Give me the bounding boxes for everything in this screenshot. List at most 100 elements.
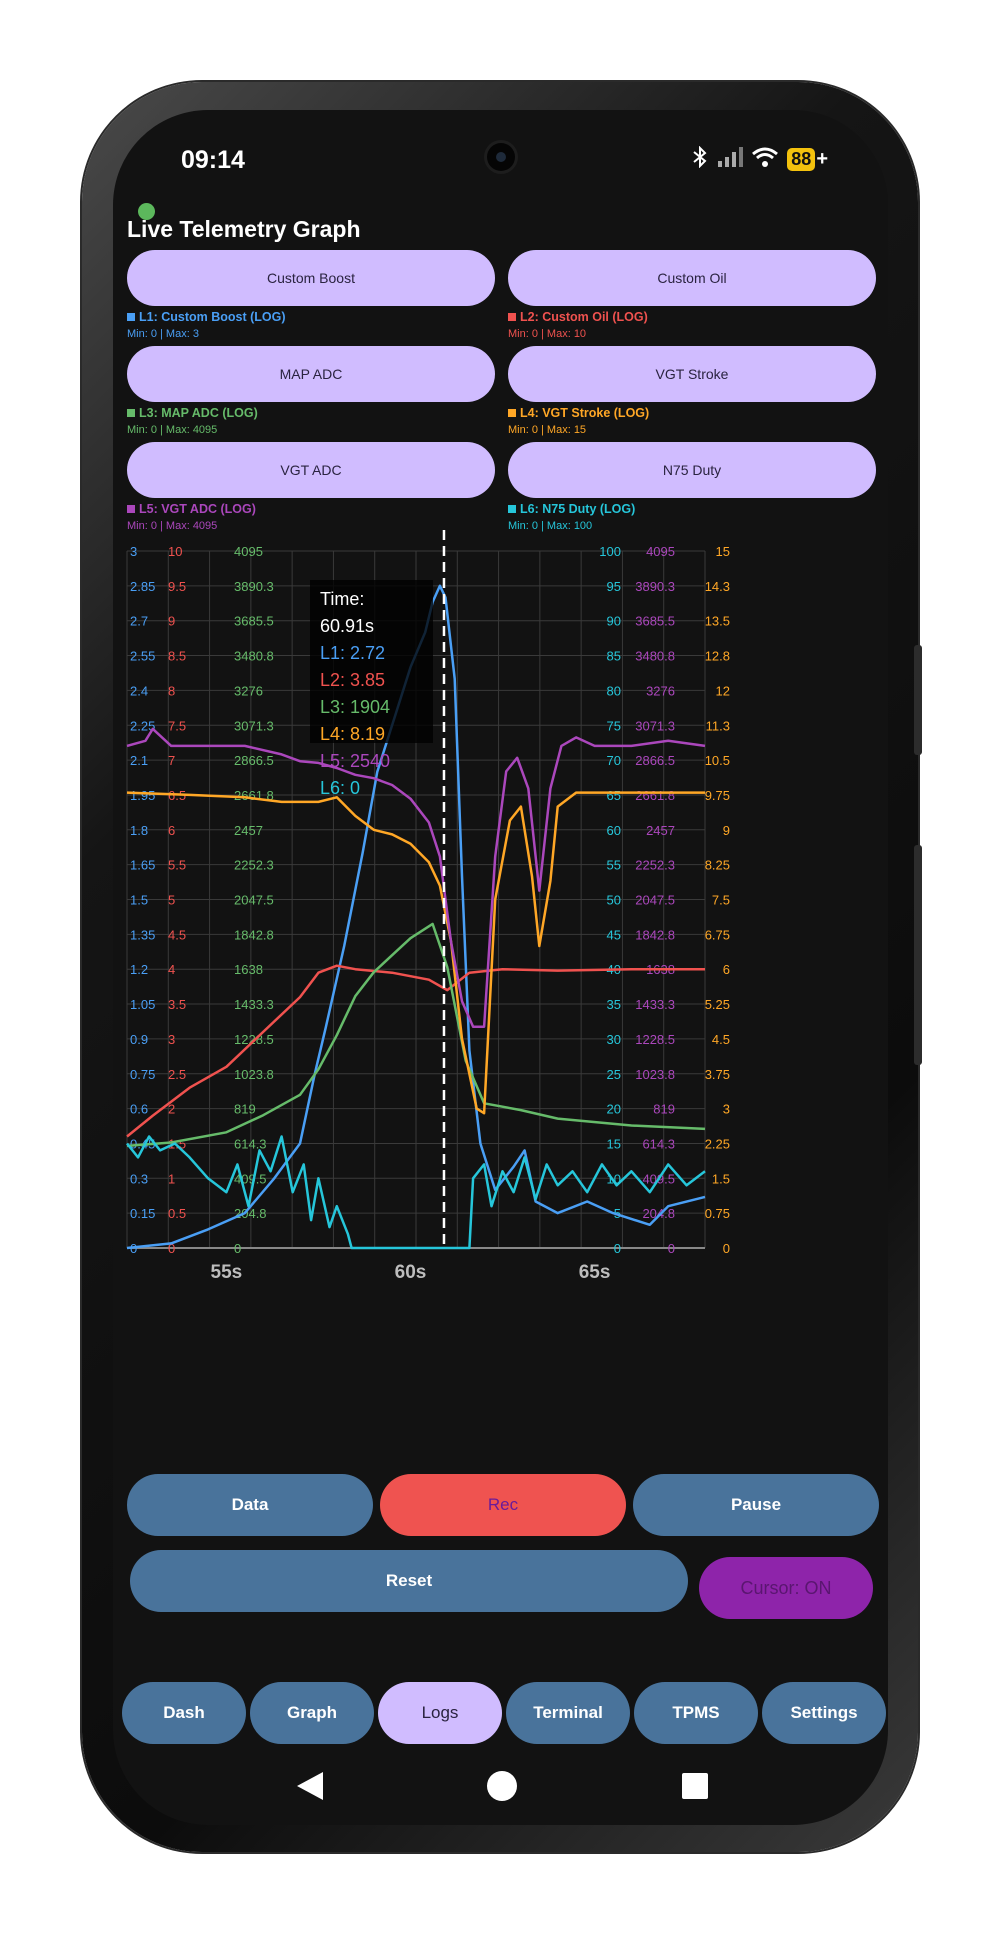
y-tick-label-l5: 2047.5	[635, 893, 675, 908]
y-tick-label-l5: 2457	[646, 823, 675, 838]
y-tick-label-l1: 1.8	[130, 823, 148, 838]
y-tick-label-l6: 85	[607, 649, 621, 664]
data-button[interactable]: Data	[127, 1474, 373, 1536]
y-tick-label-l6: 90	[607, 614, 621, 629]
y-tick-label-l1: 1.95	[130, 788, 155, 803]
y-tick-label-l6: 80	[607, 683, 621, 698]
legend-l2: L2: Custom Oil (LOG)	[508, 310, 648, 324]
y-tick-label-l6: 60	[607, 823, 621, 838]
y-tick-label-l2: 1	[168, 1171, 175, 1186]
telemetry-chart[interactable]: 00.150.30.450.60.750.91.051.21.351.51.65…	[113, 530, 888, 1300]
cursor-tooltip: Time: 60.91s L1: 2.72 L2: 3.85 L3: 1904 …	[310, 580, 433, 798]
y-tick-label-l2: 2.5	[168, 1067, 186, 1082]
select-line-2-button[interactable]: Custom Oil	[508, 250, 876, 306]
legend-l5: L5: VGT ADC (LOG)	[127, 502, 256, 516]
y-tick-label-l1: 1.65	[130, 858, 155, 873]
reset-button[interactable]: Reset	[130, 1550, 688, 1612]
y-tick-label-l4: 9.75	[705, 788, 730, 803]
y-tick-label-l4: 10.5	[705, 753, 730, 768]
y-tick-label-l6: 0	[614, 1241, 621, 1256]
y-tick-label-l1: 1.05	[130, 997, 155, 1012]
y-tick-label-l3: 3685.5	[234, 614, 274, 629]
y-tick-label-l6: 100	[599, 544, 621, 559]
y-tick-label-l1: 0.9	[130, 1032, 148, 1047]
y-tick-label-l6: 55	[607, 858, 621, 873]
y-tick-label-l4: 3	[723, 1102, 730, 1117]
rec-button[interactable]: Rec	[380, 1474, 626, 1536]
y-tick-label-l6: 50	[607, 893, 621, 908]
select-line-1-button[interactable]: Custom Boost	[127, 250, 495, 306]
nav-tpms[interactable]: TPMS	[634, 1682, 758, 1744]
y-tick-label-l4: 5.25	[705, 997, 730, 1012]
legend-l6: L6: N75 Duty (LOG)	[508, 502, 635, 516]
range-l1: Min: 0 | Max: 3	[127, 328, 199, 340]
y-tick-label-l4: 4.5	[712, 1032, 730, 1047]
y-tick-label-l5: 3480.8	[635, 649, 675, 664]
y-tick-label-l6: 95	[607, 579, 621, 594]
recents-icon[interactable]	[681, 1772, 709, 1800]
y-tick-label-l6: 35	[607, 997, 621, 1012]
y-tick-label-l5: 3071.3	[635, 718, 675, 733]
range-l3: Min: 0 | Max: 4095	[127, 424, 218, 436]
select-line-5-button[interactable]: VGT ADC	[127, 442, 495, 498]
y-tick-label-l5: 3685.5	[635, 614, 675, 629]
nav-terminal[interactable]: Terminal	[506, 1682, 630, 1744]
x-tick-label: 65s	[579, 1262, 611, 1283]
tooltip-l2: L2: 3.85	[320, 670, 386, 690]
y-tick-label-l5: 2252.3	[635, 858, 675, 873]
nav-dash[interactable]: Dash	[122, 1682, 246, 1744]
y-tick-label-l6: 70	[607, 753, 621, 768]
y-tick-label-l3: 2457	[234, 823, 263, 838]
x-tick-label: 55s	[211, 1262, 243, 1283]
wifi-icon	[751, 146, 779, 173]
y-tick-label-l2: 10	[168, 544, 182, 559]
y-tick-label-l2: 6	[168, 823, 175, 838]
range-l4: Min: 0 | Max: 15	[508, 424, 587, 436]
y-tick-label-l4: 3.75	[705, 1067, 730, 1082]
pause-button[interactable]: Pause	[633, 1474, 879, 1536]
select-line-3-button[interactable]: MAP ADC	[127, 346, 495, 402]
nav-graph[interactable]: Graph	[250, 1682, 374, 1744]
y-tick-label-l1: 1.2	[130, 962, 148, 977]
nav-logs[interactable]: Logs	[378, 1682, 502, 1744]
select-line-4-button[interactable]: VGT Stroke	[508, 346, 876, 402]
select-line-6-button[interactable]: N75 Duty	[508, 442, 876, 498]
y-tick-label-l6: 20	[607, 1102, 621, 1117]
y-tick-label-l4: 0.75	[705, 1206, 730, 1221]
y-tick-label-l1: 1.5	[130, 893, 148, 908]
range-l2: Min: 0 | Max: 10	[508, 328, 587, 340]
y-tick-label-l6: 45	[607, 927, 621, 942]
legend-l3: L3: MAP ADC (LOG)	[127, 406, 258, 420]
y-tick-label-l1: 0.3	[130, 1171, 148, 1186]
y-tick-label-l4: 8.25	[705, 858, 730, 873]
y-tick-label-l3: 1433.3	[234, 997, 274, 1012]
y-tick-label-l3: 3890.3	[234, 579, 274, 594]
y-tick-label-l4: 6	[723, 962, 730, 977]
y-tick-label-l1: 3	[130, 544, 137, 559]
home-icon[interactable]	[486, 1770, 518, 1802]
tooltip-time: Time: 60.91s	[320, 589, 375, 636]
y-tick-label-l4: 1.5	[712, 1171, 730, 1186]
back-icon[interactable]	[295, 1770, 325, 1802]
y-tick-label-l4: 0	[723, 1241, 730, 1256]
y-tick-label-l3: 4095	[234, 544, 263, 559]
legend-l1: L1: Custom Boost (LOG)	[127, 310, 286, 324]
y-tick-label-l2: 8.5	[168, 649, 186, 664]
y-tick-label-l2: 4.5	[168, 927, 186, 942]
y-tick-label-l1: 0.15	[130, 1206, 155, 1221]
nav-settings[interactable]: Settings	[762, 1682, 886, 1744]
battery-level: 88	[787, 148, 816, 171]
y-tick-label-l5: 3890.3	[635, 579, 675, 594]
y-tick-label-l5: 1433.3	[635, 997, 675, 1012]
y-tick-label-l4: 13.5	[705, 614, 730, 629]
cursor-toggle-button[interactable]: Cursor: ON	[699, 1557, 873, 1619]
y-tick-label-l3: 1842.8	[234, 927, 274, 942]
y-tick-label-l5: 0	[668, 1241, 675, 1256]
y-tick-label-l3: 1023.8	[234, 1067, 274, 1082]
tooltip-l6: L6: 0	[320, 778, 361, 798]
y-tick-label-l3: 0	[234, 1241, 241, 1256]
status-bar: 09:14 88 +	[113, 110, 888, 180]
tooltip-l5: L5: 2540	[320, 751, 391, 771]
y-tick-label-l1: 1.35	[130, 927, 155, 942]
tooltip-l1: L1: 2.72	[320, 643, 386, 663]
